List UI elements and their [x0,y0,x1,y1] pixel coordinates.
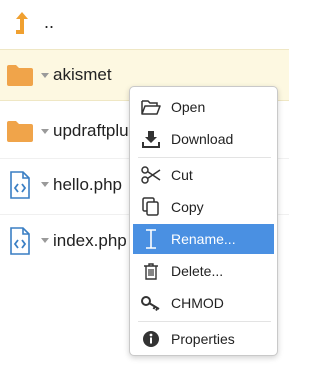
arrow-up-icon [7,8,37,38]
chevron-down-icon[interactable] [41,182,49,187]
menu-item-cut[interactable]: Cut [133,160,274,190]
download-icon [141,129,161,149]
file-name: index.php [53,230,127,250]
info-icon [141,329,161,349]
parent-directory-row[interactable]: .. [0,0,289,48]
menu-item-copy[interactable]: Copy [133,192,274,222]
scissors-icon [141,165,161,185]
chevron-down-icon[interactable] [41,72,49,78]
code-file-icon [5,226,35,256]
copy-icon [141,197,161,217]
file-name: hello.php [53,174,123,194]
menu-item-properties[interactable]: Properties [133,324,274,354]
parent-directory-label: .. [44,12,55,32]
menu-item-label: Copy [171,199,204,215]
trash-icon [141,261,161,281]
menu-item-label: Open [171,99,206,115]
folder-icon [5,116,35,146]
menu-divider [138,321,271,322]
menu-item-label: Download [171,131,234,147]
folder-icon [5,60,35,90]
key-icon [141,293,161,313]
context-menu: Open Download Cut Copy Rename... Delete.… [129,86,278,356]
text-cursor-icon [141,229,161,249]
file-name: updraftplus [53,121,138,140]
menu-item-label: CHMOD [171,295,224,311]
menu-item-rename[interactable]: Rename... [133,224,274,254]
menu-item-label: Cut [171,167,193,183]
file-name: akismet [53,65,112,84]
chevron-down-icon[interactable] [41,128,49,134]
menu-item-download[interactable]: Download [133,124,274,154]
code-file-icon [5,170,35,200]
folder-open-icon [141,97,161,117]
menu-item-label: Delete... [171,263,224,279]
menu-item-chmod[interactable]: CHMOD [133,288,274,318]
menu-item-label: Rename... [171,231,236,247]
chevron-down-icon[interactable] [41,238,49,243]
menu-item-label: Properties [171,331,235,347]
menu-item-delete[interactable]: Delete... [133,256,274,286]
menu-divider [138,157,271,158]
menu-item-open[interactable]: Open [133,92,274,122]
